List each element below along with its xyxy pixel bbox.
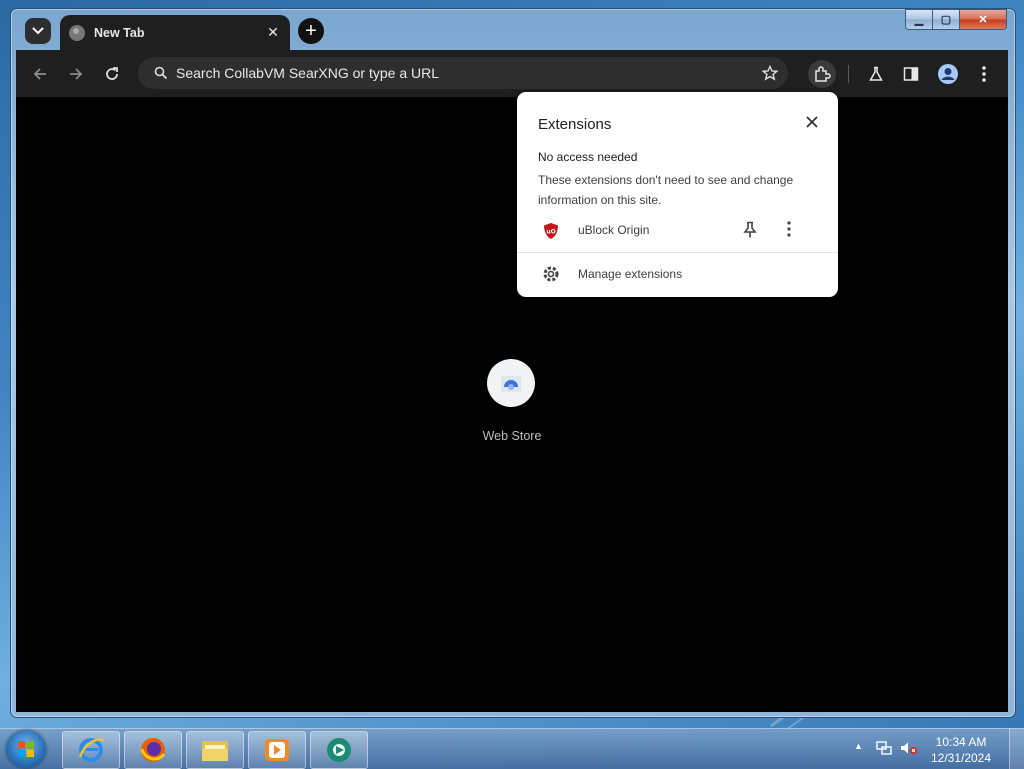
pin-icon <box>743 221 757 238</box>
taskbar-internet-explorer[interactable] <box>62 731 120 769</box>
popup-divider <box>517 252 838 253</box>
side-panel-icon <box>903 67 919 81</box>
kebab-menu-icon <box>982 66 986 82</box>
clock[interactable]: 10:34 AM 12/31/2024 <box>926 734 996 766</box>
windows-logo-icon <box>18 741 34 757</box>
manage-extensions-button[interactable]: Manage extensions <box>517 262 838 288</box>
address-bar-text[interactable]: Search CollabVM SearXNG or type a URL <box>176 65 756 81</box>
start-button[interactable] <box>6 730 46 768</box>
shortcut-label: Web Store <box>482 429 542 443</box>
extension-row[interactable]: uO uBlock Origin <box>517 216 838 246</box>
tab-search-button[interactable] <box>25 18 51 44</box>
page-content: Web Store <box>16 97 1008 712</box>
show-hidden-icons-button[interactable]: ▲ <box>854 741 863 751</box>
folder-icon <box>202 741 228 761</box>
shortcut-web-store[interactable]: Web Store <box>483 359 541 443</box>
gear-icon <box>542 265 560 288</box>
taskbar-firefox[interactable] <box>124 731 182 769</box>
profile-button[interactable] <box>934 60 962 88</box>
extension-name[interactable]: uBlock Origin <box>578 223 649 237</box>
media-player-icon <box>265 739 289 761</box>
reload-button[interactable] <box>100 62 124 86</box>
internet-explorer-icon <box>78 738 104 762</box>
flask-icon <box>869 66 883 81</box>
popup-close-button[interactable] <box>802 112 822 132</box>
manage-extensions-label: Manage extensions <box>578 267 683 281</box>
extensions-button[interactable] <box>808 60 836 88</box>
toolbar-separator <box>848 65 849 83</box>
close-icon <box>806 116 818 128</box>
tab-new-tab[interactable]: New Tab ✕ <box>60 15 290 50</box>
taskbar-chrome[interactable] <box>310 731 368 769</box>
section-description: These extensions don't need to see and c… <box>538 173 794 207</box>
web-store-icon <box>501 376 521 392</box>
menu-button[interactable] <box>970 60 998 88</box>
back-button[interactable] <box>28 62 52 86</box>
volume-muted-icon[interactable] <box>900 741 918 760</box>
network-icon[interactable] <box>876 741 892 760</box>
profile-icon <box>938 64 958 84</box>
pin-button[interactable] <box>743 221 757 244</box>
side-panel-button[interactable] <box>897 60 925 88</box>
reload-icon <box>106 67 118 80</box>
ublock-origin-icon: uO <box>543 222 559 245</box>
globe-icon <box>69 24 85 41</box>
tab-close-button[interactable]: ✕ <box>262 24 284 41</box>
system-tray: ▲ 10:34 AM 12/31/2024 <box>854 729 1024 769</box>
star-icon <box>762 65 778 81</box>
plus-icon: + <box>305 20 317 42</box>
back-icon <box>33 68 46 80</box>
kebab-menu-icon <box>787 221 791 237</box>
clock-time: 10:34 AM <box>935 735 987 749</box>
firefox-icon <box>140 738 166 762</box>
new-tab-button[interactable]: + <box>298 18 324 44</box>
show-desktop-button[interactable] <box>1009 729 1024 769</box>
address-bar[interactable]: Search CollabVM SearXNG or type a URL <box>138 57 788 89</box>
clock-date: 12/31/2024 <box>930 751 992 765</box>
forward-icon <box>70 68 83 80</box>
labs-button[interactable] <box>862 60 890 88</box>
taskbar-file-explorer[interactable] <box>186 731 244 769</box>
bookmark-star-button[interactable] <box>756 65 784 81</box>
tab-title: New Tab <box>94 25 145 40</box>
search-icon <box>146 66 176 80</box>
extension-menu-button[interactable] <box>787 221 791 242</box>
chevron-down-icon <box>32 27 44 35</box>
extensions-icon <box>815 66 831 82</box>
toolbar: Search CollabVM SearXNG or type a URL <box>16 50 1008 97</box>
taskbar: ▲ 10:34 AM 12/31/2024 <box>0 728 1024 769</box>
tab-strip: New Tab ✕ + <box>16 12 1008 50</box>
svg-text:uO: uO <box>546 229 555 236</box>
forward-button[interactable] <box>64 62 88 86</box>
chrome-icon <box>327 738 351 762</box>
extensions-popup: Extensions No access needed These extens… <box>517 92 838 297</box>
shortcut-tile[interactable] <box>487 359 535 407</box>
taskbar-media-player[interactable] <box>248 731 306 769</box>
popup-title: Extensions <box>538 116 612 133</box>
section-heading: No access needed <box>538 150 638 164</box>
